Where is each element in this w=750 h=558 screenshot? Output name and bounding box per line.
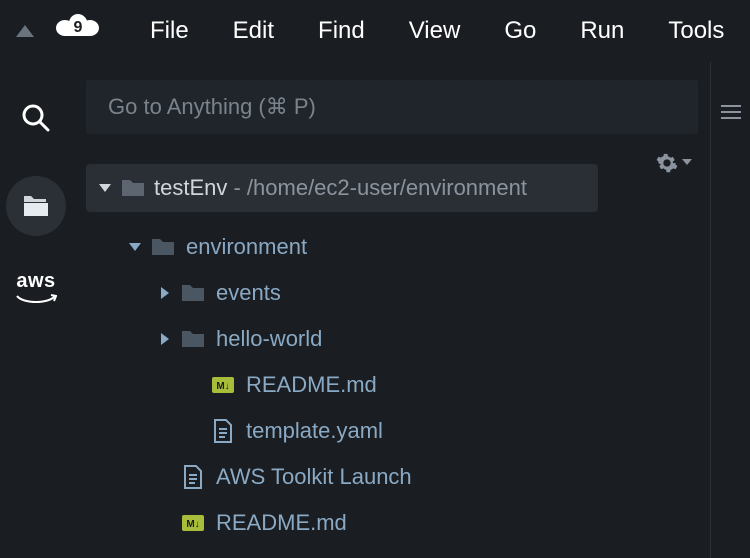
menu-tools[interactable]: Tools (646, 0, 746, 62)
menu-find[interactable]: Find (296, 0, 387, 62)
aws-rail-button[interactable]: aws (15, 270, 57, 314)
gear-icon (656, 152, 678, 174)
markdown-icon: M↓ (180, 510, 206, 536)
folder-icon (180, 280, 206, 306)
tree-label: events (216, 280, 281, 306)
tree-folder-environment[interactable]: environment (86, 224, 698, 270)
search-rail-button[interactable] (12, 94, 60, 142)
left-rail: aws (0, 62, 72, 558)
folder-icon (150, 234, 176, 260)
chevron-right-icon (156, 333, 174, 345)
folder-icon (120, 175, 146, 201)
tree-label: README.md (216, 510, 347, 536)
panel-menu-button[interactable] (721, 104, 741, 125)
tree-folder-hello-world[interactable]: hello-world (86, 316, 698, 362)
tree-label: AWS Toolkit Launch (216, 464, 412, 490)
aws-label: aws (16, 270, 55, 292)
svg-text:M↓: M↓ (216, 381, 229, 392)
hamburger-icon (721, 104, 741, 120)
panel-settings-button[interactable] (656, 152, 692, 174)
aws-smile-icon (15, 291, 57, 314)
tree-root-label: testEnv - /home/ec2-user/environment (154, 175, 527, 201)
tree-label: template.yaml (246, 418, 383, 444)
tree-folder-events[interactable]: events (86, 270, 698, 316)
chevron-down-icon (682, 159, 692, 167)
environment-panel: Go to Anything (⌘ P) testEnv - /home/ec2… (72, 62, 710, 558)
menu-file[interactable]: File (128, 0, 211, 62)
collapse-up-icon[interactable] (16, 25, 34, 37)
environment-rail-button[interactable] (6, 176, 66, 236)
chevron-down-icon (126, 243, 144, 251)
cloud9-logo-icon[interactable]: 9 (56, 14, 100, 49)
tree-root[interactable]: testEnv - /home/ec2-user/environment (86, 164, 598, 212)
file-icon (210, 418, 236, 444)
menu-run[interactable]: Run (558, 0, 646, 62)
menu-window[interactable]: Windo (746, 0, 750, 62)
search-icon (21, 103, 51, 133)
chevron-right-icon (156, 287, 174, 299)
svg-text:M↓: M↓ (186, 519, 199, 530)
tree-file-aws-toolkit-launch[interactable]: AWS Toolkit Launch (86, 454, 698, 500)
menu-view[interactable]: View (387, 0, 483, 62)
menubar: 9 File Edit Find View Go Run Tools Windo (0, 0, 750, 62)
tree-label: hello-world (216, 326, 322, 352)
goto-anything-input[interactable]: Go to Anything (⌘ P) (86, 80, 698, 134)
tree-label: README.md (246, 372, 377, 398)
right-panel (710, 62, 750, 558)
tree-file-readme-root[interactable]: M↓ README.md (86, 500, 698, 546)
menu-go[interactable]: Go (482, 0, 558, 62)
chevron-down-icon (96, 184, 114, 192)
tree-file-readme-nested[interactable]: M↓ README.md (86, 362, 698, 408)
tree-file-template-yaml[interactable]: template.yaml (86, 408, 698, 454)
svg-text:9: 9 (74, 19, 83, 36)
markdown-icon: M↓ (210, 372, 236, 398)
folder-tree-icon (22, 194, 50, 218)
file-icon (180, 464, 206, 490)
menu-edit[interactable]: Edit (211, 0, 296, 62)
goto-placeholder: Go to Anything (⌘ P) (108, 94, 316, 120)
folder-icon (180, 326, 206, 352)
tree-label: environment (186, 234, 307, 260)
